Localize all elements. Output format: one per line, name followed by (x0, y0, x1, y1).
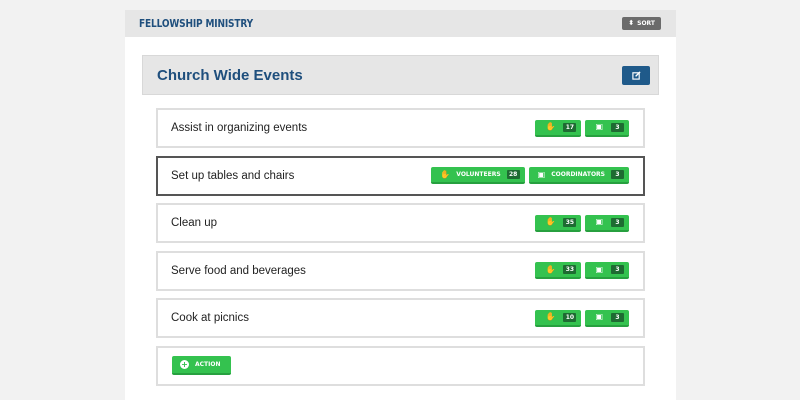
sort-label: SORT (637, 20, 655, 27)
volunteers-count: 10 (563, 312, 577, 322)
clipboard-icon: ▣ (595, 264, 603, 274)
clipboard-icon: ▣ (595, 122, 603, 131)
top-bar: FELLOWSHIP MINISTRY ⬍ SORT (125, 10, 676, 37)
task-item[interactable]: Set up tables and chairs ✋ VOLUNTEERS 28… (156, 155, 645, 196)
task-label: Clean up (171, 217, 218, 229)
clipboard-icon: ▣ (595, 312, 603, 321)
volunteers-button[interactable]: ✋ 33 (535, 262, 582, 279)
task-item[interactable]: Assist in organizing events ✋ 17 ▣ 3 (156, 108, 645, 148)
hand-icon: ✋ (440, 169, 451, 179)
volunteers-button[interactable]: ✋ VOLUNTEERS 28 (431, 167, 525, 184)
task-item[interactable]: Serve food and beverages ✋ 33 ▣ 3 (156, 250, 645, 291)
edit-button[interactable] (622, 65, 650, 85)
action-button[interactable]: + ACTION (172, 356, 231, 375)
hand-icon: ✋ (545, 122, 556, 131)
coordinators-count: 3 (611, 265, 624, 274)
coordinators-label: COORDINATORS (551, 171, 605, 178)
coordinators-button[interactable]: ▣ 3 (585, 262, 629, 279)
hand-icon: ✋ (545, 312, 556, 321)
volunteers-count: 28 (506, 170, 520, 179)
volunteers-count: 33 (563, 265, 577, 274)
task-label: Set up tables and chairs (171, 169, 295, 182)
coordinators-count: 3 (611, 312, 624, 322)
hand-icon: ✋ (545, 264, 556, 274)
coordinators-button[interactable]: ▣ 3 (585, 214, 629, 232)
volunteers-button[interactable]: ✋ 10 (535, 309, 582, 327)
edit-icon (631, 70, 641, 80)
volunteers-count: 17 (563, 122, 577, 132)
clipboard-icon: ▣ (595, 217, 603, 226)
volunteers-count: 35 (563, 217, 577, 227)
sort-button[interactable]: ⬍ SORT (622, 17, 661, 30)
section-title: Church Wide Events (157, 66, 303, 84)
hand-icon: ✋ (545, 217, 556, 226)
clipboard-icon: ▣ (537, 169, 546, 179)
coordinators-button[interactable]: ▣ COORDINATORS 3 (528, 167, 629, 184)
coordinators-button[interactable]: ▣ 3 (585, 309, 629, 327)
task-badges: ✋ 35 ▣ 3 (535, 214, 629, 232)
ministry-title: FELLOWSHIP MINISTRY (139, 17, 254, 30)
task-label: Cook at picnics (171, 312, 249, 324)
task-label: Serve food and beverages (171, 264, 306, 277)
task-badges: ✋ VOLUNTEERS 28 ▣ COORDINATORS 3 (431, 167, 629, 184)
task-list: Assist in organizing events ✋ 17 ▣ 3 Set… (156, 108, 645, 386)
coordinators-count: 3 (611, 217, 624, 227)
task-badges: ✋ 33 ▣ 3 (535, 262, 629, 279)
task-badges: ✋ 17 ▣ 3 (535, 119, 629, 137)
action-row: + ACTION (156, 345, 645, 386)
task-label: Assist in organizing events (171, 122, 308, 134)
volunteers-button[interactable]: ✋ 17 (535, 119, 582, 137)
action-label: ACTION (195, 361, 221, 368)
volunteers-label: VOLUNTEERS (456, 171, 501, 178)
coordinators-count: 3 (611, 170, 624, 179)
task-badges: ✋ 10 ▣ 3 (535, 309, 629, 327)
section-header: Church Wide Events (142, 55, 659, 95)
task-item[interactable]: Cook at picnics ✋ 10 ▣ 3 (156, 298, 645, 338)
sort-icon: ⬍ (628, 19, 635, 27)
coordinators-button[interactable]: ▣ 3 (585, 119, 629, 137)
ministry-panel: FELLOWSHIP MINISTRY ⬍ SORT Church Wide E… (125, 10, 676, 400)
task-item[interactable]: Clean up ✋ 35 ▣ 3 (156, 203, 645, 243)
volunteers-button[interactable]: ✋ 35 (535, 214, 582, 232)
coordinators-count: 3 (611, 122, 624, 132)
plus-circle-icon: + (180, 360, 189, 369)
